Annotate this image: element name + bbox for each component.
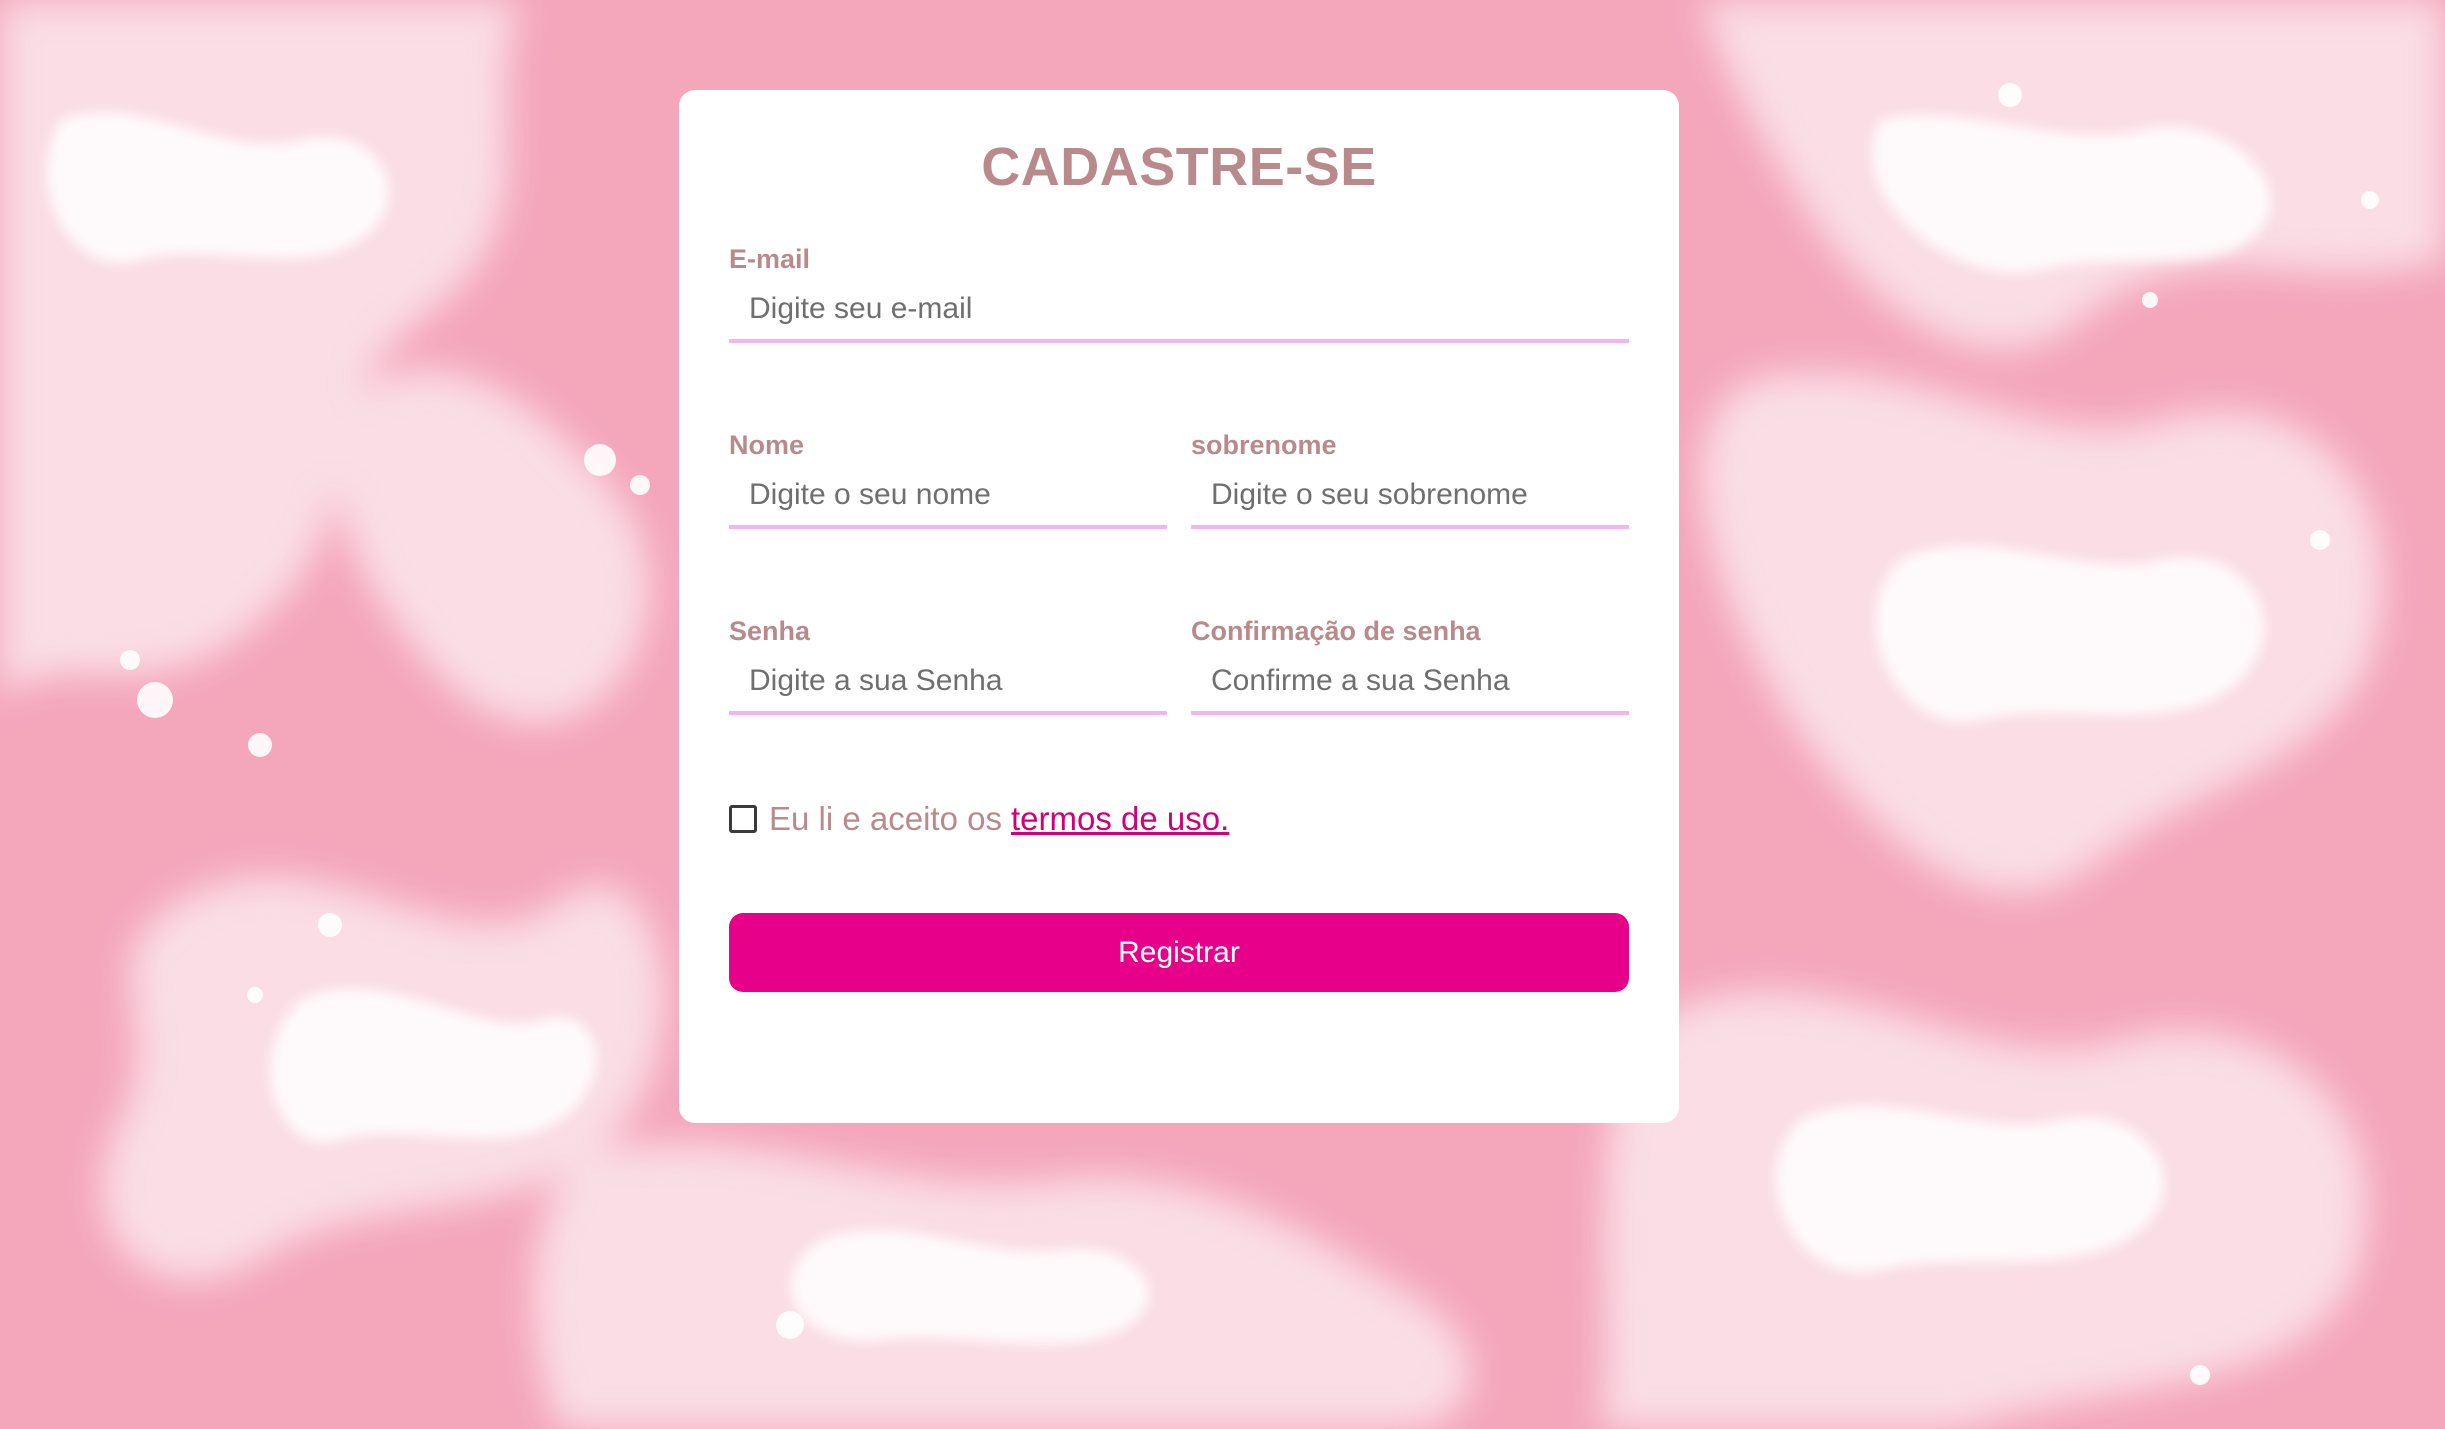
last-name-field-group: sobrenome [1191,430,1629,529]
password-field-group: Senha [729,616,1167,715]
first-name-input[interactable] [729,465,1167,529]
first-name-label: Nome [729,430,805,460]
first-name-field-group: Nome [729,430,1167,529]
terms-text: Eu li e aceito os [769,800,1002,837]
register-button[interactable]: Registrar [729,913,1629,992]
terms-checkbox[interactable] [729,805,757,833]
page-title: CADASTRE-SE [981,137,1377,197]
terms-link[interactable]: termos de uso. [1011,800,1229,838]
email-field-group: E-mail [729,244,1629,343]
email-input[interactable] [729,279,1629,343]
last-name-input[interactable] [1191,465,1629,529]
password-confirm-field-group: Confirmação de senha [1191,616,1629,715]
password-input[interactable] [729,651,1167,715]
last-name-label: sobrenome [1191,430,1337,460]
terms-row: Eu li e aceito os termos de uso. [729,800,1229,838]
password-label: Senha [729,616,811,646]
signup-card: CADASTRE-SE E-mail Nome sobrenome Senha … [679,90,1679,1123]
email-label: E-mail [729,244,811,274]
password-confirm-input[interactable] [1191,651,1629,715]
password-confirm-label: Confirmação de senha [1191,616,1481,646]
